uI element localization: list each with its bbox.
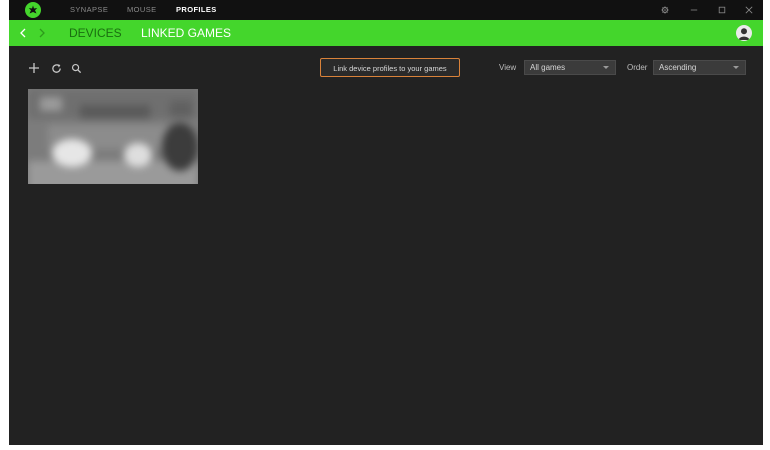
tab-profiles[interactable]: PROFILES	[176, 0, 217, 20]
add-icon[interactable]	[26, 60, 42, 76]
link-profiles-button[interactable]: Link device profiles to your games	[320, 58, 460, 77]
settings-icon[interactable]	[655, 0, 675, 20]
minimize-icon[interactable]	[684, 0, 704, 20]
tab-linked-games[interactable]: LINKED GAMES	[141, 20, 231, 46]
view-label: View	[499, 63, 517, 72]
refresh-icon[interactable]	[48, 60, 64, 76]
game-thumbnail	[28, 89, 198, 184]
tab-devices[interactable]: DEVICES	[69, 20, 122, 46]
search-icon[interactable]	[68, 60, 84, 76]
view-dropdown-value: All games	[530, 63, 566, 72]
razer-logo-icon[interactable]	[25, 2, 41, 18]
game-card[interactable]	[28, 89, 198, 184]
chevron-down-icon	[603, 66, 609, 69]
tab-synapse[interactable]: SYNAPSE	[70, 0, 108, 20]
maximize-icon[interactable]	[712, 0, 732, 20]
title-bar: SYNAPSE MOUSE PROFILES	[9, 0, 763, 20]
view-dropdown[interactable]: All games	[524, 60, 616, 75]
close-icon[interactable]	[739, 0, 759, 20]
tab-mouse[interactable]: MOUSE	[127, 0, 157, 20]
user-avatar-icon[interactable]	[736, 25, 752, 41]
chevron-down-icon	[733, 66, 739, 69]
razer-synapse-window: SYNAPSE MOUSE PROFILES DEVICES LINKED GA…	[9, 0, 763, 445]
forward-arrow-icon[interactable]	[34, 20, 50, 46]
back-arrow-icon[interactable]	[15, 20, 31, 46]
sub-navigation-bar: DEVICES LINKED GAMES	[9, 20, 763, 46]
order-label: Order	[627, 63, 648, 72]
order-dropdown[interactable]: Ascending	[653, 60, 746, 75]
order-dropdown-value: Ascending	[659, 63, 697, 72]
